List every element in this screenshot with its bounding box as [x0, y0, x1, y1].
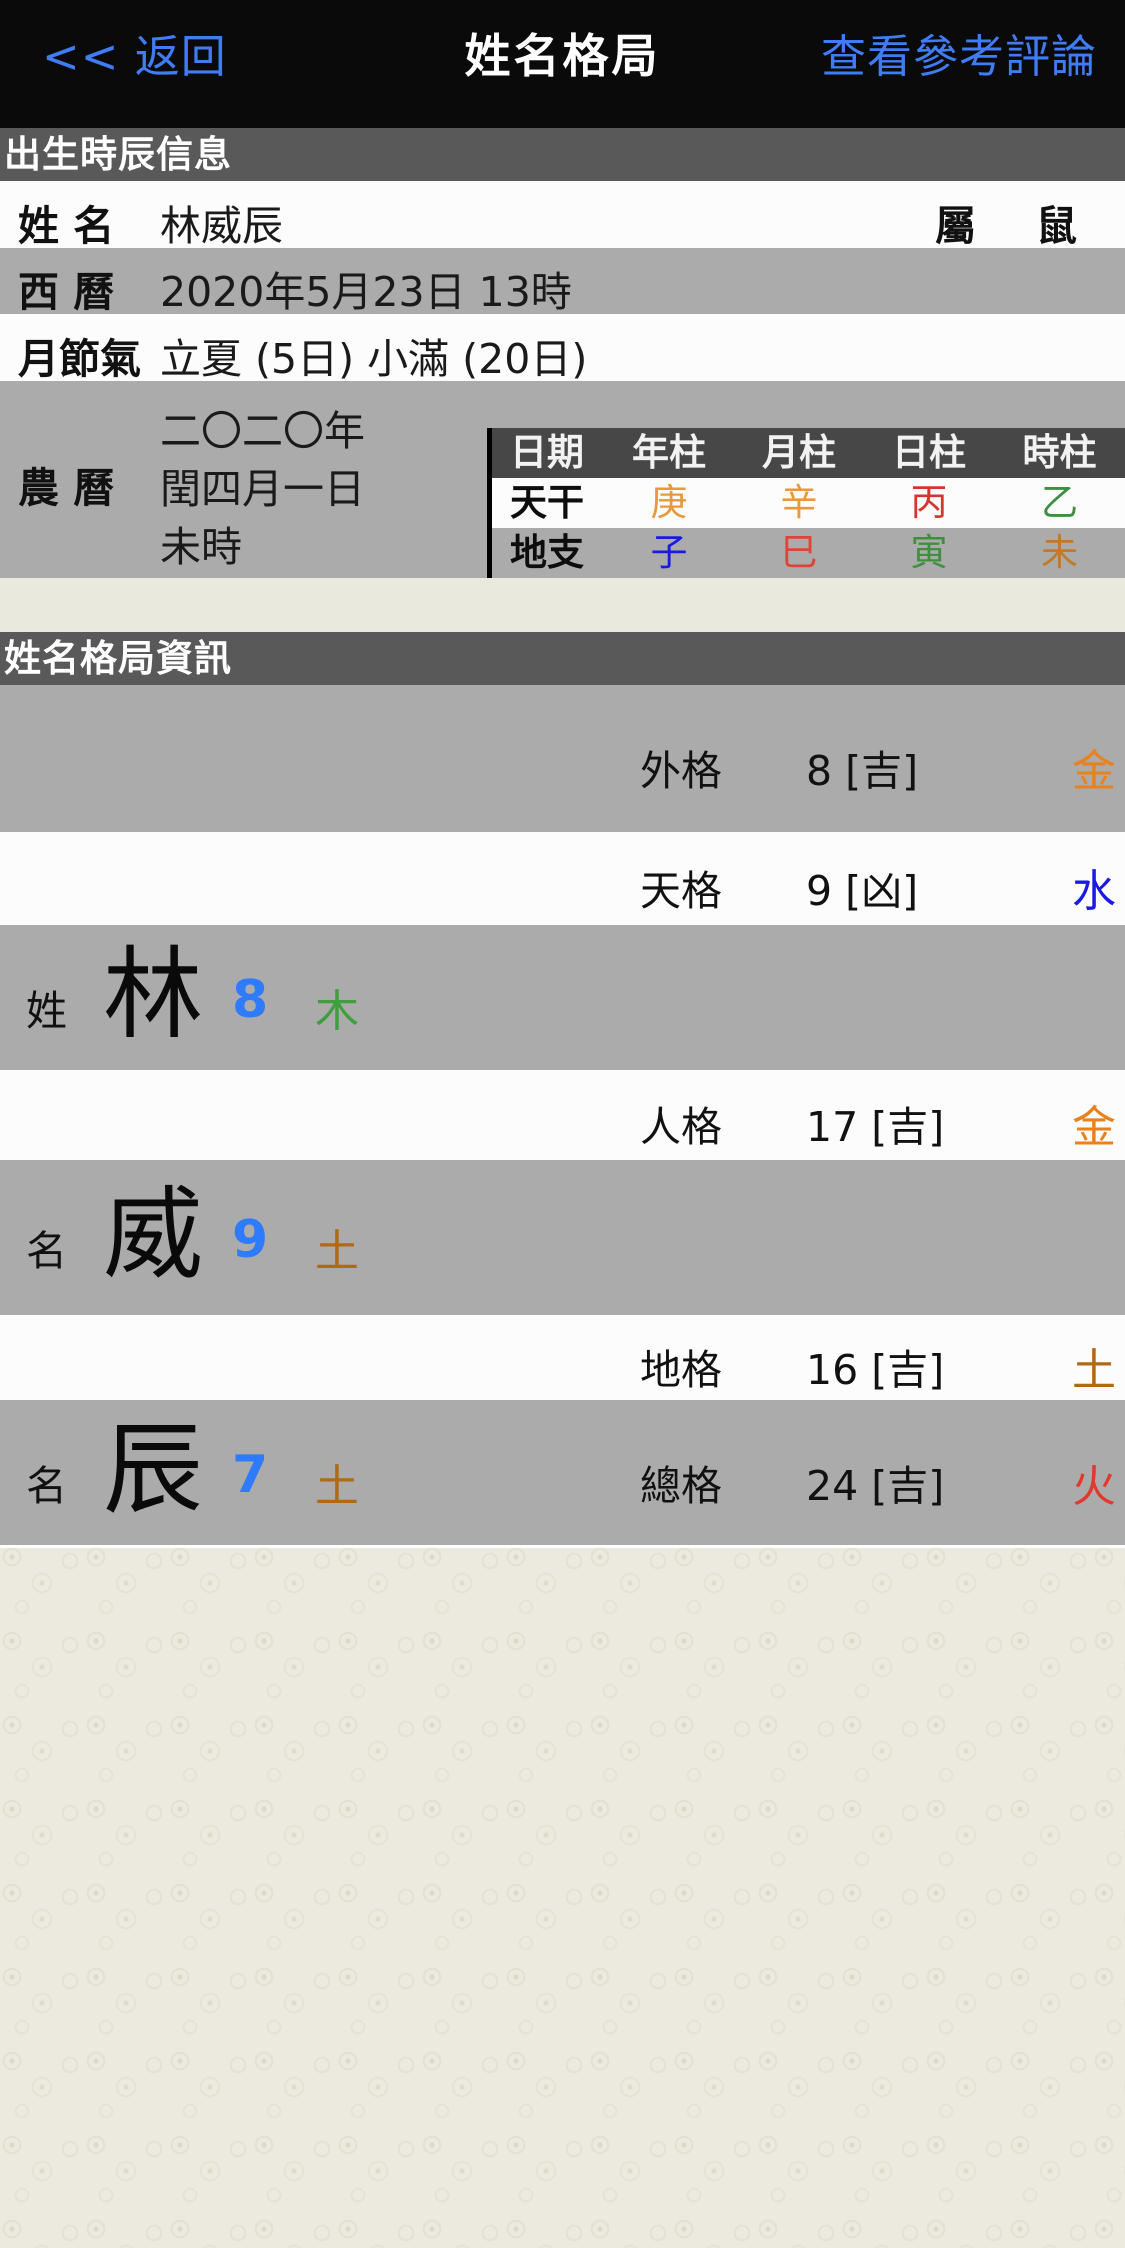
paper-texture-background — [0, 1545, 1125, 2248]
birth-info-section-header: 出生時辰信息 — [0, 128, 1125, 181]
outer-grid-label: 外格 — [640, 747, 722, 795]
bazi-header-date: 日期 — [510, 431, 584, 474]
earth-grid-value: 16 [吉] — [806, 1346, 945, 1394]
given2-role-label: 名 — [26, 1462, 67, 1510]
zodiac-label: 屬 — [935, 202, 976, 248]
bazi-header-year: 年柱 — [632, 431, 706, 474]
bazi-stem-month: 辛 — [780, 481, 818, 524]
heaven-grid-value: 9 [凶] — [806, 867, 919, 915]
bazi-heavenly-stems-row: 天干 庚 辛 丙 乙 — [492, 478, 1125, 528]
bazi-pillars-table: 日期 年柱 月柱 日柱 時柱 天干 庚 辛 丙 乙 地支 子 巳 寅 未 — [487, 428, 1125, 578]
heaven-grid-label: 天格 — [640, 867, 722, 915]
outer-grid-element: 金 — [1072, 746, 1116, 797]
person-grid-label: 人格 — [640, 1103, 722, 1151]
solar-term-label: 月節氣 — [18, 335, 141, 381]
given1-stroke-count: 9 — [232, 1210, 269, 1270]
given2-element: 土 — [315, 1461, 359, 1512]
row-name: 姓 名 林威辰 屬 鼠 — [0, 181, 1125, 248]
person-grid-value: 17 [吉] — [806, 1103, 945, 1151]
row-given-char-2: 名 辰 7 土 總格 24 [吉] 火 — [0, 1400, 1125, 1545]
bazi-branch-year: 子 — [650, 531, 688, 574]
lunar-year: 二〇二〇年 — [160, 407, 365, 455]
row-earth-grid: 地格 16 [吉] 土 — [0, 1315, 1125, 1400]
solar-date-label: 西 曆 — [18, 268, 115, 314]
bazi-stem-day: 丙 — [910, 481, 948, 524]
bazi-header-row: 日期 年柱 月柱 日柱 時柱 — [492, 428, 1125, 478]
zodiac-value: 鼠 — [1036, 202, 1077, 248]
bazi-branch-month: 巳 — [780, 531, 818, 574]
solar-term-value: 立夏 (5日) 小滿 (20日) — [160, 335, 588, 381]
bazi-header-day: 日柱 — [892, 431, 966, 474]
given1-character: 威 — [103, 1176, 203, 1293]
given1-role-label: 名 — [26, 1227, 67, 1275]
bazi-stem-hour: 乙 — [1041, 481, 1078, 524]
paper-top-edge — [0, 1545, 1125, 1548]
bazi-branch-day: 寅 — [910, 531, 948, 574]
earth-grid-element: 土 — [1072, 1345, 1116, 1396]
total-grid-value: 24 [吉] — [806, 1462, 945, 1510]
surname-element: 木 — [315, 986, 359, 1037]
surname-stroke-count: 8 — [232, 970, 269, 1030]
row-surname-char: 姓 林 8 木 — [0, 925, 1125, 1070]
row-outer-grid: 外格 8 [吉] 金 — [0, 685, 1125, 832]
total-grid-label: 總格 — [640, 1462, 722, 1510]
name-grid-section-header: 姓名格局資訊 — [0, 632, 1125, 685]
solar-date-value: 2020年5月23日 13時 — [160, 268, 572, 314]
bazi-earthly-branches-row: 地支 子 巳 寅 未 — [492, 528, 1125, 578]
bazi-header-month: 月柱 — [762, 431, 836, 474]
bazi-row-label-stems: 天干 — [510, 481, 584, 524]
bazi-header-hour: 時柱 — [1022, 431, 1097, 474]
total-grid-element: 火 — [1072, 1461, 1116, 1512]
app-screen: << 返回 姓名格局 查看參考評論 出生時辰信息 姓 名 林威辰 屬 鼠 西 曆… — [0, 0, 1125, 2248]
bazi-row-label-branches: 地支 — [510, 531, 584, 574]
heaven-grid-element: 水 — [1072, 866, 1116, 917]
name-label: 姓 名 — [18, 202, 115, 248]
navigation-bar: << 返回 姓名格局 查看參考評論 — [0, 0, 1125, 128]
bazi-stem-year: 庚 — [650, 481, 688, 524]
lunar-month: 閏四月一日 — [160, 465, 365, 513]
surname-role-label: 姓 — [26, 987, 67, 1035]
row-heaven-grid: 天格 9 [凶] 水 — [0, 832, 1125, 925]
bazi-branch-hour: 未 — [1041, 531, 1078, 574]
name-value: 林威辰 — [160, 202, 283, 248]
person-grid-element: 金 — [1072, 1102, 1116, 1153]
lunar-label: 農 曆 — [18, 464, 115, 512]
lunar-hour: 未時 — [160, 523, 242, 571]
row-given-char-1: 名 威 9 土 — [0, 1160, 1125, 1315]
row-solar-date: 西 曆 2020年5月23日 13時 — [0, 248, 1125, 314]
earth-grid-label: 地格 — [640, 1346, 722, 1394]
given2-character: 辰 — [103, 1411, 203, 1528]
row-person-grid: 人格 17 [吉] 金 — [0, 1070, 1125, 1160]
row-solar-term: 月節氣 立夏 (5日) 小滿 (20日) — [0, 314, 1125, 381]
surname-character: 林 — [103, 936, 203, 1053]
given1-element: 土 — [315, 1226, 359, 1277]
view-comments-button[interactable]: 查看參考評論 — [821, 20, 1097, 85]
given2-stroke-count: 7 — [232, 1445, 269, 1505]
outer-grid-value: 8 [吉] — [806, 747, 919, 795]
